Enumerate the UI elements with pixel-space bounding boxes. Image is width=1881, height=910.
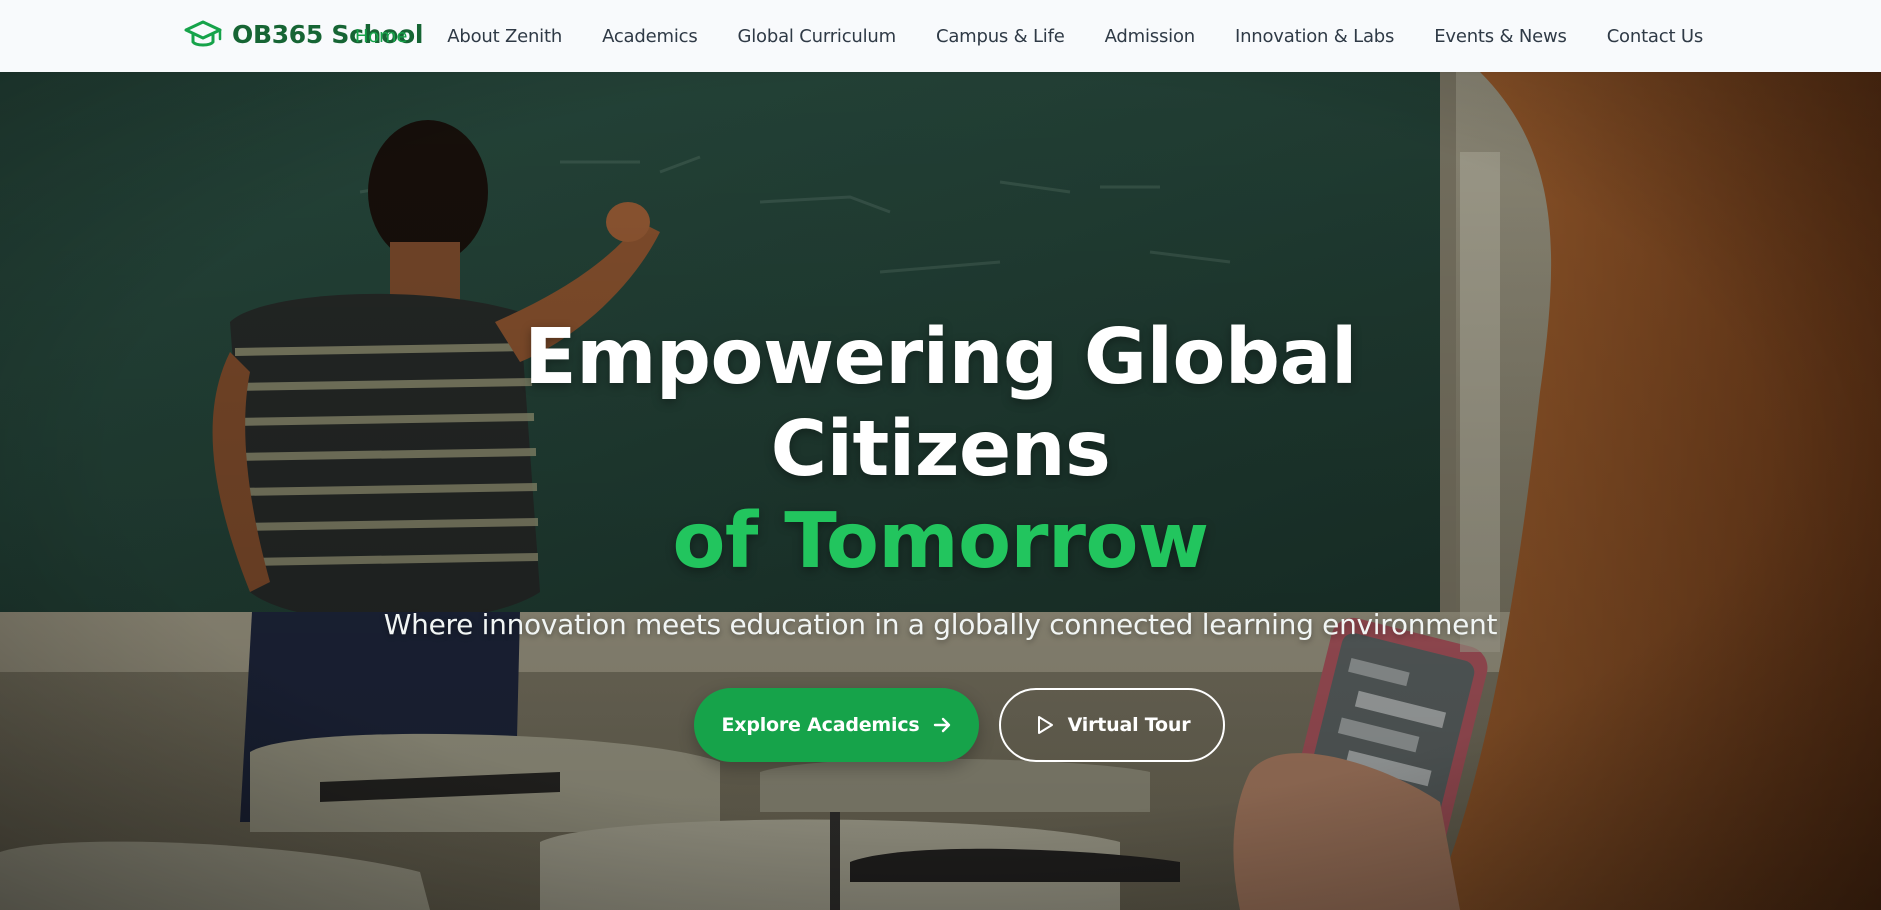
- play-icon: [1037, 716, 1053, 734]
- hero-title: Empowering Global Citizens of Tomorrow: [0, 312, 1881, 588]
- virtual-tour-label: Virtual Tour: [1067, 714, 1191, 736]
- virtual-tour-button[interactable]: Virtual Tour: [999, 688, 1225, 762]
- explore-academics-label: Explore Academics: [721, 714, 920, 736]
- hero-title-line-1: Empowering Global: [524, 313, 1357, 402]
- nav-list: Home About Zenith Academics Global Curri…: [355, 0, 1703, 72]
- hero-title-accent: of Tomorrow: [672, 497, 1209, 586]
- hero-subtitle: Where innovation meets education in a gl…: [383, 608, 1498, 641]
- hero-section: Empowering Global Citizens of Tomorrow W…: [0, 72, 1881, 910]
- arrow-right-icon: [933, 717, 950, 733]
- nav-link-contact-us[interactable]: Contact Us: [1607, 26, 1704, 47]
- hero-title-line-2: Citizens: [770, 405, 1111, 494]
- nav-link-academics[interactable]: Academics: [602, 26, 698, 47]
- site-header: OB365 School Home About Zenith Academics…: [0, 0, 1881, 72]
- nav-link-global-curriculum[interactable]: Global Curriculum: [738, 26, 897, 47]
- nav-link-innovation-labs[interactable]: Innovation & Labs: [1235, 26, 1394, 47]
- hero-actions: Explore Academics Virtual Tour: [0, 688, 1881, 762]
- nav-link-admission[interactable]: Admission: [1105, 26, 1196, 47]
- nav-link-home[interactable]: Home: [355, 26, 408, 47]
- graduation-cap-icon: [184, 20, 222, 47]
- nav-link-events-news[interactable]: Events & News: [1434, 26, 1567, 47]
- hero-content: Empowering Global Citizens of Tomorrow W…: [0, 72, 1881, 910]
- nav-link-about-zenith[interactable]: About Zenith: [447, 26, 562, 47]
- nav-link-campus-life[interactable]: Campus & Life: [936, 26, 1065, 47]
- explore-academics-button[interactable]: Explore Academics: [694, 688, 979, 762]
